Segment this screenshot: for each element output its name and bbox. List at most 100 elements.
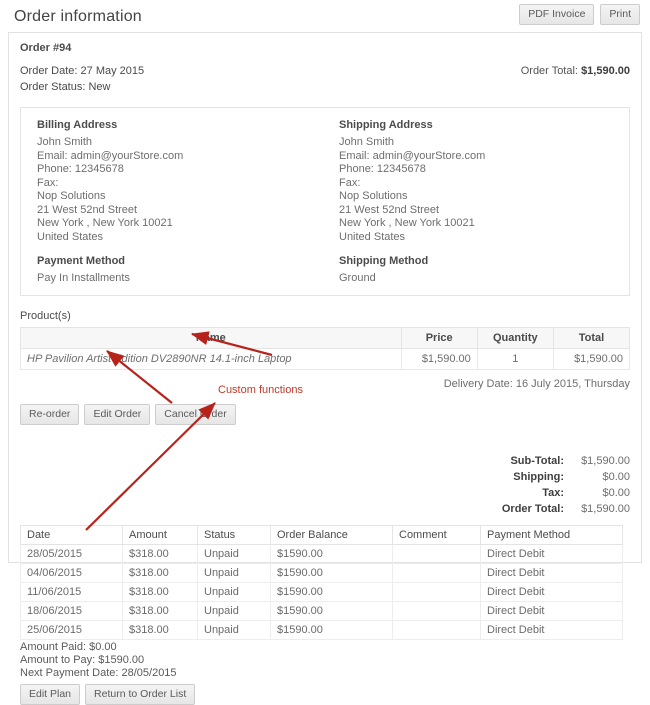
billing-line: Nop Solutions	[37, 190, 106, 202]
payment-summary: Amount Paid: $0.00 Amount to Pay: $1590.…	[20, 641, 630, 680]
payment-method-heading: Payment Method	[37, 255, 126, 267]
billing-line: Email: admin@yourStore.com	[37, 149, 184, 162]
subtotal-label: Sub-Total:	[510, 455, 564, 467]
payment-comment	[392, 544, 481, 564]
payment-balance: $1590.00	[270, 582, 393, 602]
return-to-order-list-button[interactable]: Return to Order List	[85, 684, 196, 705]
payment-amount: $318.00	[122, 582, 198, 602]
products-col-name: Name	[20, 327, 402, 349]
order-information-page: Order information PDF Invoice Print Orde…	[0, 0, 650, 705]
shipping-method-heading: Shipping Method	[339, 255, 429, 267]
order-total-value: $1,590.00	[581, 65, 630, 77]
shipping-line: Phone: 12345678	[339, 163, 426, 175]
payment-method: Direct Debit	[480, 563, 623, 583]
totals-row: Tax: $0.00	[502, 485, 630, 501]
edit-order-button[interactable]: Edit Order	[84, 404, 151, 425]
payment-balance: $1590.00	[270, 563, 393, 583]
table-row: 18/06/2015 $318.00 Unpaid $1590.00 Direc…	[20, 601, 623, 621]
product-total: $1,590.00	[552, 348, 631, 370]
edit-plan-button[interactable]: Edit Plan	[20, 684, 81, 705]
payment-balance: $1590.00	[270, 620, 393, 640]
billing-line: John Smith	[37, 136, 93, 148]
cancel-order-button[interactable]: Cancel Order	[155, 404, 236, 425]
billing-line: Fax:	[37, 176, 59, 189]
payment-amount: $318.00	[122, 544, 198, 564]
product-price: $1,590.00	[400, 348, 478, 370]
delivery-date: Delivery Date: 16 July 2015, Thursday	[443, 378, 630, 390]
order-action-buttons: Re-order Edit Order Cancel Order	[20, 404, 630, 425]
billing-line: New York , New York 10021	[37, 217, 173, 229]
payment-col-payment-method: Payment Method	[480, 525, 623, 545]
payment-plan-buttons: Edit Plan Return to Order List	[20, 684, 630, 705]
product-name: HP Pavilion Artist Edition DV2890NR 14.1…	[20, 348, 402, 370]
payment-col-comment: Comment	[392, 525, 481, 545]
payment-amount: $318.00	[122, 601, 198, 621]
shipping-line: John Smith	[339, 136, 395, 148]
products-section-label: Product(s)	[20, 310, 71, 322]
payment-amount: $318.00	[122, 620, 198, 640]
products-col-price: Price	[400, 327, 478, 349]
order-totals: Sub-Total: $1,590.00 Shipping: $0.00 Tax…	[20, 453, 630, 517]
payment-method: Direct Debit	[480, 582, 623, 602]
payment-date: 28/05/2015	[20, 544, 123, 564]
shipping-line: Nop Solutions	[339, 190, 408, 202]
order-number: Order #94	[20, 42, 72, 54]
payment-balance: $1590.00	[270, 544, 393, 564]
payment-date: 11/06/2015	[20, 582, 123, 602]
order-total-label-footer: Order Total:	[501, 503, 564, 515]
payment-method: Direct Debit	[480, 601, 623, 621]
payment-comment	[392, 601, 481, 621]
next-payment-date: Next Payment Date: 28/05/2015	[20, 667, 177, 679]
shipping-line: United States	[339, 230, 406, 243]
re-order-button[interactable]: Re-order	[20, 404, 80, 425]
print-button[interactable]: Print	[600, 4, 640, 25]
pdf-invoice-button[interactable]: PDF Invoice	[519, 4, 595, 25]
payment-header-row: Date Amount Status Order Balance Comment…	[20, 525, 623, 545]
table-row: 25/06/2015 $318.00 Unpaid $1590.00 Direc…	[20, 620, 623, 640]
subtotal-value: $1,590.00	[581, 455, 630, 467]
product-quantity: 1	[476, 348, 554, 370]
payment-method: Direct Debit	[480, 544, 623, 564]
payment-amount: $318.00	[122, 563, 198, 583]
products-col-total: Total	[552, 327, 631, 349]
payment-comment	[392, 582, 481, 602]
payment-status: Unpaid	[197, 620, 271, 640]
payment-plan-section: Date Amount Status Order Balance Comment…	[20, 525, 630, 705]
address-box: Billing Address John Smith Email: admin@…	[20, 107, 630, 296]
order-status: Order Status: New	[20, 81, 111, 93]
payment-status: Unpaid	[197, 582, 271, 602]
billing-line: 21 West 52nd Street	[37, 203, 138, 216]
totals-row: Sub-Total: $1,590.00	[502, 453, 630, 469]
payment-plan-table: Date Amount Status Order Balance Comment…	[20, 525, 623, 640]
order-meta: Order Date: 27 May 2015 Order Status: Ne…	[20, 63, 630, 95]
products-col-quantity: Quantity	[476, 327, 554, 349]
header-button-group: PDF Invoice Print	[519, 4, 640, 25]
order-total-value-footer: $1,590.00	[581, 503, 630, 515]
shipping-method-value: Ground	[339, 272, 376, 284]
payment-date: 04/06/2015	[20, 563, 123, 583]
payment-col-amount: Amount	[122, 525, 198, 545]
payment-status: Unpaid	[197, 601, 271, 621]
order-panel: Order #94 Order Date: 27 May 2015 Order …	[8, 32, 642, 705]
payment-date: 18/06/2015	[20, 601, 123, 621]
payment-balance: $1590.00	[270, 601, 393, 621]
payment-col-status: Status	[197, 525, 271, 545]
payment-date: 25/06/2015	[20, 620, 123, 640]
shipping-value: $0.00	[602, 471, 630, 483]
shipping-line: 21 West 52nd Street	[339, 203, 440, 216]
shipping-line: Fax:	[339, 176, 361, 189]
amount-to-pay: Amount to Pay: $1590.00	[20, 654, 145, 666]
shipping-address-heading: Shipping Address	[339, 119, 433, 131]
table-row: 04/06/2015 $318.00 Unpaid $1590.00 Direc…	[20, 563, 623, 583]
payment-col-date: Date	[20, 525, 123, 545]
table-row: HP Pavilion Artist Edition DV2890NR 14.1…	[20, 348, 631, 370]
payment-status: Unpaid	[197, 563, 271, 583]
page-header: Order information PDF Invoice Print	[0, 0, 650, 32]
billing-address-column: Billing Address John Smith Email: admin@…	[21, 119, 327, 284]
table-row: 11/06/2015 $318.00 Unpaid $1590.00 Direc…	[20, 582, 623, 602]
products-header-row: Name Price Quantity Total	[20, 327, 631, 349]
table-row: 28/05/2015 $318.00 Unpaid $1590.00 Direc…	[20, 544, 623, 564]
billing-address-heading: Billing Address	[37, 119, 118, 131]
payment-method: Direct Debit	[480, 620, 623, 640]
tax-value: $0.00	[602, 487, 630, 499]
